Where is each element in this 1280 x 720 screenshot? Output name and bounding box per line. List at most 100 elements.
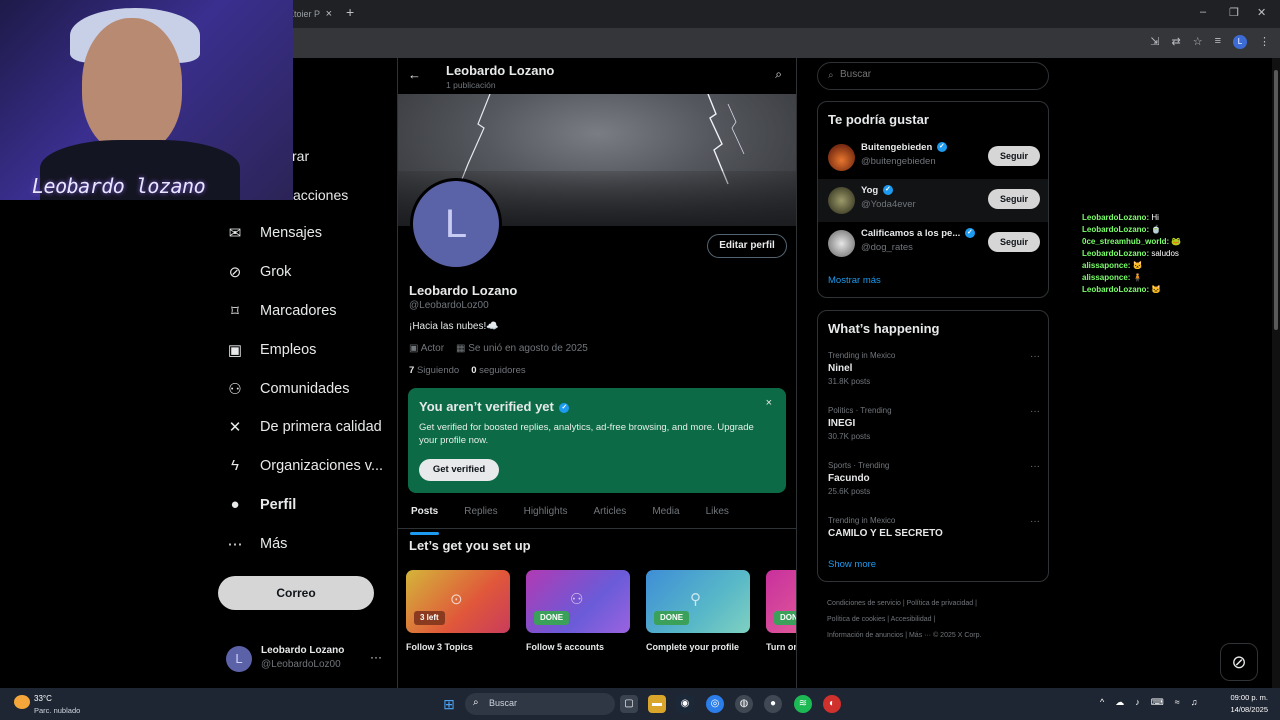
nav-item-premium[interactable]: ✕ De primera calidad: [226, 418, 382, 436]
verify-banner: You aren’t verified yet ✓ Get verified f…: [408, 388, 786, 493]
trend-count: 30.7K posts: [828, 432, 871, 441]
followers-link[interactable]: 0 seguidores: [471, 365, 525, 376]
chrome-icon[interactable]: ◎: [706, 695, 724, 713]
show-more-link[interactable]: Mostrar más: [828, 275, 881, 286]
profile-avatar[interactable]: L: [410, 178, 502, 270]
wifi-icon[interactable]: ≈: [1175, 697, 1180, 708]
windows-start-icon[interactable]: ⊞: [440, 695, 458, 713]
following-link[interactable]: 7 Siguiendo: [409, 365, 459, 376]
trend-item[interactable]: Politics · Trending INEGI 30.7K posts ··…: [828, 406, 1040, 450]
tab-close-icon[interactable]: ×: [326, 4, 332, 24]
profile-tabs: Posts Replies Highlights Articles Media …: [398, 503, 796, 535]
trend-item[interactable]: Sports · Trending Facundo 25.6K posts ··…: [828, 461, 1040, 505]
search-field[interactable]: ⌕: [817, 62, 1049, 90]
nav-item-notifications-partial[interactable]: cacciones: [286, 187, 348, 203]
search-icon: ⌕: [473, 697, 479, 708]
follow-button[interactable]: Seguir: [988, 232, 1040, 252]
nav-item-messages[interactable]: ✉ Mensajes: [226, 224, 322, 242]
search-input[interactable]: [840, 69, 1040, 80]
obs-icon[interactable]: ◍: [735, 695, 753, 713]
tab-likes[interactable]: Likes: [693, 503, 742, 528]
recording-app-icon[interactable]: ◐: [823, 695, 841, 713]
get-verified-button[interactable]: Get verified: [419, 459, 499, 481]
volume-icon[interactable]: ♫: [1191, 697, 1198, 708]
nav-item-profile[interactable]: ● Perfil: [226, 496, 296, 513]
scrollbar-thumb[interactable]: [1274, 70, 1278, 330]
back-arrow-icon[interactable]: ←: [408, 67, 421, 82]
suggestion-row[interactable]: Yog ✓ @Yoda4ever Seguir: [818, 179, 1048, 222]
browser-menu-icon[interactable]: ⋮: [1259, 35, 1270, 49]
setup-card-topics[interactable]: ⊙ 3 left: [406, 570, 510, 633]
chat-user: LeobardoLozano:: [1082, 249, 1150, 258]
nav-item-grok[interactable]: ⊘ Grok: [226, 263, 292, 281]
translate-icon[interactable]: ⇄: [1171, 35, 1180, 49]
nav-item-label: Más: [260, 536, 288, 552]
setup-card-accounts[interactable]: ⚇ DONE: [526, 570, 630, 633]
post-button[interactable]: Correo: [218, 576, 374, 610]
minimize-button[interactable]: –: [1200, 6, 1206, 18]
suggestion-row[interactable]: Buitengebieden ✓ @buitengebieden Seguir: [818, 136, 1048, 179]
following-count: 7: [409, 365, 415, 376]
task-view-icon[interactable]: ▢: [620, 695, 638, 713]
taskbar-clock[interactable]: 09:00 p. m. 14/08/2025: [1216, 692, 1268, 716]
keyboard-icon[interactable]: ⌨: [1151, 697, 1164, 708]
more-icon[interactable]: ···: [370, 650, 382, 664]
spotify-icon[interactable]: ≋: [794, 695, 812, 713]
tab-media[interactable]: Media: [639, 503, 692, 528]
suggestion-row[interactable]: Calificamos a los pe... ✓ @dog_rates Seg…: [818, 222, 1048, 265]
tab-search-icon[interactable]: ≡: [1215, 35, 1221, 49]
tab-highlights[interactable]: Highlights: [511, 503, 581, 528]
github-icon[interactable]: ●: [764, 695, 782, 713]
steam-icon[interactable]: ◉: [676, 695, 694, 713]
follow-button[interactable]: Seguir: [988, 189, 1040, 209]
nav-item-more[interactable]: ⋯ Más: [226, 535, 288, 553]
more-icon[interactable]: ···: [1030, 351, 1040, 362]
microphone-icon[interactable]: ♪: [1135, 697, 1140, 708]
setup-card-profile[interactable]: ⚲ DONE: [646, 570, 750, 633]
suggestion-name-text: Buitengebieden: [861, 142, 933, 153]
more-icon[interactable]: ···: [1030, 461, 1040, 472]
page-scrollbar[interactable]: [1272, 58, 1280, 688]
footer-line[interactable]: Política de cookies | Accesibilidad |: [827, 612, 1047, 628]
trend-item[interactable]: Trending in Mexico Ninel 31.8K posts ···: [828, 351, 1040, 395]
star-icon[interactable]: ☆: [1193, 35, 1203, 49]
tab-articles[interactable]: Articles: [581, 503, 640, 528]
footer-links: Condiciones de servicio | Política de pr…: [827, 596, 1047, 644]
grok-float-icon[interactable]: ⊘: [1220, 643, 1258, 681]
footer-line[interactable]: Información de anuncios | Más ··· © 2025…: [827, 628, 1047, 644]
chevron-up-icon[interactable]: ^: [1100, 697, 1104, 708]
trend-item[interactable]: Trending in Mexico CAMILO Y EL SECRETO ·…: [828, 516, 1040, 560]
tab-replies[interactable]: Replies: [451, 503, 510, 528]
nav-item-jobs[interactable]: ▣ Empleos: [226, 341, 317, 359]
taskbar-search[interactable]: ⌕ Buscar: [465, 693, 615, 715]
search-icon[interactable]: ⌕: [775, 67, 782, 82]
setup-card-label: Follow 3 Topics: [406, 642, 473, 652]
trend-count: 31.8K posts: [828, 377, 871, 386]
edit-profile-button[interactable]: Editar perfil: [707, 234, 787, 258]
browser-tab[interactable]: Xtoier P ×: [288, 4, 340, 28]
close-icon[interactable]: ×: [766, 397, 772, 409]
cloud-icon[interactable]: ☁: [1115, 697, 1124, 708]
new-tab-button[interactable]: +: [346, 4, 354, 20]
weather-icon: [14, 695, 30, 709]
nav-item-communities[interactable]: ⚇ Comunidades: [226, 380, 349, 398]
close-window-button[interactable]: ✕: [1257, 6, 1266, 19]
more-icon[interactable]: ···: [1030, 516, 1040, 527]
follow-button[interactable]: Seguir: [988, 146, 1040, 166]
file-explorer-icon[interactable]: ▬: [648, 695, 666, 713]
setup-card-notifications[interactable]: DON: [766, 570, 796, 633]
nav-item-explore-partial[interactable]: rar: [292, 148, 309, 164]
show-more-link[interactable]: Show more: [828, 559, 876, 570]
profile-handle: @LeobardoLoz00: [409, 300, 489, 311]
account-switcher[interactable]: L Leobardo Lozano @LeobardoLoz00 ···: [226, 644, 386, 676]
follow-stats: 7 Siguiendo 0 seguidores: [409, 365, 526, 376]
footer-line[interactable]: Condiciones de servicio | Política de pr…: [827, 596, 1047, 612]
more-icon[interactable]: ···: [1030, 406, 1040, 417]
browser-profile-avatar[interactable]: L: [1233, 35, 1247, 49]
nav-item-organizations[interactable]: ϟ Organizaciones v...: [226, 457, 383, 474]
maximize-button[interactable]: ❐: [1229, 6, 1239, 19]
tab-posts[interactable]: Posts: [398, 503, 451, 535]
install-icon[interactable]: ⇲: [1150, 35, 1159, 49]
taskbar-search-label: Buscar: [489, 698, 518, 708]
nav-item-bookmarks[interactable]: ⌑ Marcadores: [226, 302, 336, 320]
